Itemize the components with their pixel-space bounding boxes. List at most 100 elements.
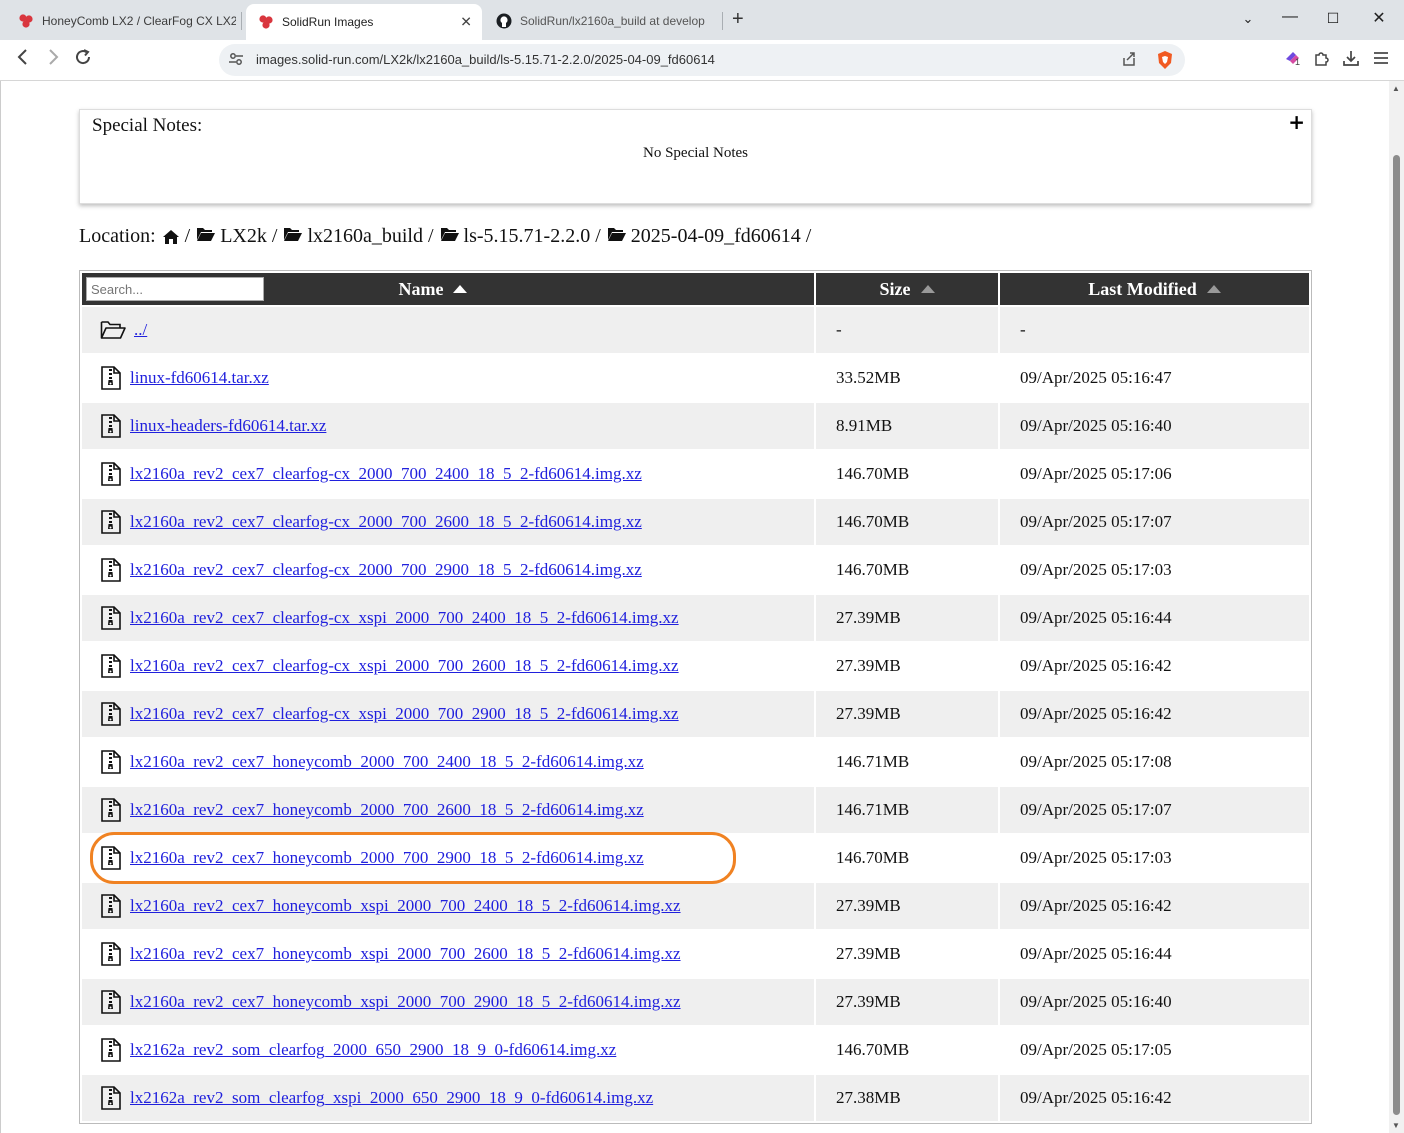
- breadcrumb-label: 2025-04-09_fd60614: [630, 225, 801, 247]
- forward-button[interactable]: [41, 48, 65, 71]
- file-link[interactable]: linux-headers-fd60614.tar.xz: [130, 416, 326, 436]
- brave-shield-icon[interactable]: [1156, 50, 1174, 74]
- file-archive-icon: [100, 942, 122, 966]
- file-link[interactable]: lx2160a_rev2_cex7_honeycomb_2000_700_260…: [130, 800, 644, 820]
- file-link[interactable]: lx2160a_rev2_cex7_clearfog-cx_xspi_2000_…: [130, 656, 679, 676]
- extensions-puzzle-icon[interactable]: [1313, 49, 1331, 71]
- reload-button[interactable]: [71, 48, 95, 71]
- file-table-container: Name Size Last Modified: [79, 270, 1312, 1124]
- table-row[interactable]: lx2160a_rev2_cex7_honeycomb_xspi_2000_70…: [82, 883, 1309, 929]
- file-size: 146.70MB: [816, 547, 998, 593]
- file-link[interactable]: lx2160a_rev2_cex7_honeycomb_xspi_2000_70…: [130, 896, 681, 916]
- file-link[interactable]: lx2160a_rev2_cex7_clearfog-cx_xspi_2000_…: [130, 608, 679, 628]
- extension-badge-icon[interactable]: 1: [1283, 49, 1303, 73]
- table-row[interactable]: lx2160a_rev2_cex7_clearfog-cx_2000_700_2…: [82, 547, 1309, 593]
- site-settings-icon[interactable]: [228, 51, 244, 71]
- file-modified: 09/Apr/2025 05:16:42: [1000, 643, 1309, 689]
- scroll-down-icon[interactable]: ▼: [1392, 1121, 1400, 1130]
- tab-honeycomb[interactable]: HoneyComb LX2 / ClearFog CX LX2: [6, 6, 236, 36]
- breadcrumb-item[interactable]: ls-5.15.71-2.2.0: [440, 225, 590, 248]
- breadcrumb-item[interactable]: 2025-04-09_fd60614: [607, 225, 801, 248]
- table-row[interactable]: lx2160a_rev2_cex7_honeycomb_2000_700_290…: [82, 835, 1309, 881]
- file-link[interactable]: lx2160a_rev2_cex7_clearfog-cx_2000_700_2…: [130, 512, 642, 532]
- parent-directory-link[interactable]: ../: [134, 320, 147, 340]
- home-icon[interactable]: [162, 229, 180, 245]
- table-row[interactable]: lx2160a_rev2_cex7_honeycomb_xspi_2000_70…: [82, 931, 1309, 977]
- table-row[interactable]: lx2160a_rev2_cex7_clearfog-cx_2000_700_2…: [82, 499, 1309, 545]
- tab-bar: HoneyComb LX2 / ClearFog CX LX2 SolidRun…: [0, 0, 1404, 40]
- file-link[interactable]: lx2160a_rev2_cex7_clearfog-cx_2000_700_2…: [130, 560, 642, 580]
- size-column-header[interactable]: Size: [816, 273, 998, 305]
- table-row[interactable]: linux-headers-fd60614.tar.xz 8.91MB 09/Apr…: [82, 403, 1309, 449]
- browser-toolbar: images.solid-run.com/LX2k/lx2160a_build/…: [0, 40, 1404, 81]
- file-modified: 09/Apr/2025 05:17:06: [1000, 451, 1309, 497]
- scroll-up-icon[interactable]: ▲: [1392, 84, 1400, 93]
- name-column-header[interactable]: Name: [82, 273, 814, 305]
- file-link[interactable]: lx2160a_rev2_cex7_honeycomb_xspi_2000_70…: [130, 992, 681, 1012]
- file-modified: 09/Apr/2025 05:17:03: [1000, 835, 1309, 881]
- tab-search-chevron-icon[interactable]: ⌄: [1233, 11, 1263, 27]
- tab-separator: [241, 12, 242, 30]
- file-modified: 09/Apr/2025 05:17:03: [1000, 547, 1309, 593]
- tab-separator: [722, 12, 723, 30]
- breadcrumb-item[interactable]: lx2160a_build: [283, 225, 423, 248]
- minimize-button[interactable]: —: [1275, 8, 1305, 26]
- file-modified: 09/Apr/2025 05:16:40: [1000, 403, 1309, 449]
- search-input[interactable]: [86, 277, 264, 301]
- file-archive-icon: [100, 1038, 122, 1062]
- extension-badge-count: 1: [1295, 57, 1301, 67]
- maximize-button[interactable]: ☐: [1318, 10, 1348, 27]
- tab-solidrun-images[interactable]: SolidRun Images ✕: [246, 4, 482, 40]
- file-modified: 09/Apr/2025 05:17:07: [1000, 787, 1309, 833]
- breadcrumb: Location: / LX2k / lx2160a_build / ls-5.…: [79, 225, 817, 248]
- table-row[interactable]: lx2160a_rev2_cex7_clearfog-cx_xspi_2000_…: [82, 643, 1309, 689]
- table-row[interactable]: lx2160a_rev2_cex7_clearfog-cx_xspi_2000_…: [82, 691, 1309, 737]
- breadcrumb-label: lx2160a_build: [307, 225, 423, 247]
- close-window-button[interactable]: ✕: [1364, 8, 1394, 28]
- table-row[interactable]: lx2160a_rev2_cex7_honeycomb_2000_700_260…: [82, 787, 1309, 833]
- file-link[interactable]: lx2160a_rev2_cex7_honeycomb_2000_700_290…: [130, 848, 644, 868]
- file-archive-icon: [100, 1086, 122, 1110]
- folder-open-icon: [100, 320, 126, 340]
- table-row[interactable]: linux-fd60614.tar.xz 33.52MB 09/Apr/2025 0…: [82, 355, 1309, 401]
- solidrun-logo-icon: [18, 13, 34, 29]
- name-header-label: Name: [398, 278, 444, 299]
- file-link[interactable]: linux-fd60614.tar.xz: [130, 368, 269, 388]
- tab-github[interactable]: SolidRun/lx2160a_build at develop: [484, 6, 720, 36]
- file-archive-icon: [100, 846, 122, 870]
- file-size: 27.39MB: [816, 691, 998, 737]
- menu-icon[interactable]: [1372, 49, 1390, 71]
- breadcrumb-item[interactable]: LX2k: [196, 225, 267, 248]
- github-icon: [496, 13, 512, 29]
- table-row-parent[interactable]: ../ - -: [82, 307, 1309, 353]
- back-button[interactable]: [11, 48, 35, 71]
- share-icon[interactable]: [1121, 51, 1137, 71]
- table-row[interactable]: lx2162a_rev2_som_clearfog_xspi_2000_650_…: [82, 1075, 1309, 1121]
- scrollbar[interactable]: ▲ ▼: [1389, 81, 1404, 1133]
- expand-notes-icon[interactable]: +: [1288, 110, 1305, 134]
- downloads-icon[interactable]: [1342, 49, 1360, 71]
- special-notes-text: No Special Notes: [643, 145, 748, 161]
- modified-header-label: Last Modified: [1088, 278, 1197, 299]
- file-link[interactable]: lx2160a_rev2_cex7_clearfog-cx_xspi_2000_…: [130, 704, 679, 724]
- new-tab-button[interactable]: +: [732, 8, 744, 31]
- file-link[interactable]: lx2160a_rev2_cex7_honeycomb_2000_700_240…: [130, 752, 644, 772]
- file-link[interactable]: lx2162a_rev2_som_clearfog_2000_650_2900_…: [130, 1040, 616, 1060]
- table-row[interactable]: lx2160a_rev2_cex7_clearfog-cx_xspi_2000_…: [82, 595, 1309, 641]
- file-modified: 09/Apr/2025 05:16:42: [1000, 691, 1309, 737]
- table-row[interactable]: lx2160a_rev2_cex7_clearfog-cx_2000_700_2…: [82, 451, 1309, 497]
- file-link[interactable]: lx2160a_rev2_cex7_clearfog-cx_2000_700_2…: [130, 464, 642, 484]
- file-modified: 09/Apr/2025 05:16:44: [1000, 931, 1309, 977]
- file-link[interactable]: lx2162a_rev2_som_clearfog_xspi_2000_650_…: [130, 1088, 653, 1108]
- file-modified: 09/Apr/2025 05:16:42: [1000, 883, 1309, 929]
- close-tab-icon[interactable]: ✕: [460, 14, 472, 31]
- scrollbar-thumb[interactable]: [1393, 155, 1400, 1115]
- file-size: 146.70MB: [816, 451, 998, 497]
- file-link[interactable]: lx2160a_rev2_cex7_honeycomb_xspi_2000_70…: [130, 944, 681, 964]
- file-archive-icon: [100, 414, 122, 438]
- table-row[interactable]: lx2160a_rev2_cex7_honeycomb_2000_700_240…: [82, 739, 1309, 785]
- address-bar[interactable]: images.solid-run.com/LX2k/lx2160a_build/…: [219, 44, 1185, 76]
- table-row[interactable]: lx2160a_rev2_cex7_honeycomb_xspi_2000_70…: [82, 979, 1309, 1025]
- table-row[interactable]: lx2162a_rev2_som_clearfog_2000_650_2900_…: [82, 1027, 1309, 1073]
- modified-column-header[interactable]: Last Modified: [1000, 273, 1309, 305]
